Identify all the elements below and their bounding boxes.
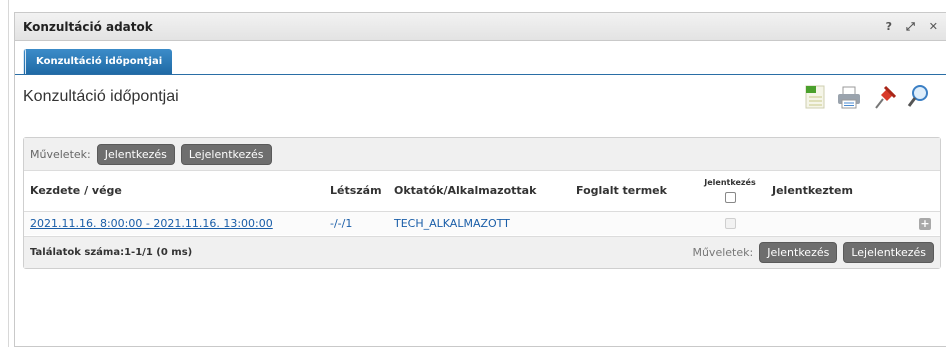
- column-header-registered[interactable]: Jelentkeztem: [766, 171, 910, 211]
- column-header-start-end[interactable]: Kezdete / vége: [24, 171, 324, 211]
- restore-icon[interactable]: ⤢: [906, 20, 915, 34]
- consultation-panel: Konzultáció adatok ? ⤢ ✕ Konzultáció idő…: [14, 12, 946, 347]
- footer-unregister-button[interactable]: Lejelentkezés: [843, 242, 934, 263]
- consultation-date-link[interactable]: 2021.11.16. 8:00:00 - 2021.11.16. 13:00:…: [30, 217, 273, 230]
- print-icon[interactable]: [836, 84, 862, 110]
- registration-header-label: Jelentkezés: [704, 178, 756, 188]
- operations-label: Műveletek:: [30, 147, 91, 161]
- cell-teachers: TECH_ALKALMAZOTT: [388, 210, 570, 235]
- help-icon[interactable]: ?: [886, 20, 892, 33]
- column-header-registration: Jelentkezés: [694, 171, 766, 211]
- footer-operations-label: Műveletek:: [692, 246, 754, 259]
- column-header-teachers[interactable]: Oktatók/Alkalmazottak: [388, 171, 570, 211]
- column-header-expand: [910, 171, 940, 211]
- grid-footer: Találatok száma:1-1/1 (0 ms) Műveletek: …: [24, 236, 940, 268]
- column-header-rooms[interactable]: Foglalt termek: [570, 171, 694, 211]
- pin-icon[interactable]: [872, 84, 896, 110]
- cell-headcount: -/-/1: [324, 210, 388, 235]
- excel-export-icon[interactable]: [804, 84, 826, 110]
- table-row: 2021.11.16. 8:00:00 - 2021.11.16. 13:00:…: [24, 210, 940, 235]
- cell-expand: +: [910, 210, 940, 235]
- cell-registration: [694, 210, 766, 235]
- cell-start-end: 2021.11.16. 8:00:00 - 2021.11.16. 13:00:…: [24, 210, 324, 235]
- cell-rooms: [570, 210, 694, 235]
- consultation-grid: Műveletek: Jelentkezés Lejelentkezés Kez…: [23, 137, 941, 269]
- section-header: Konzultáció időpontjai: [15, 75, 946, 119]
- column-header-headcount[interactable]: Létszám: [324, 171, 388, 211]
- footer-register-button[interactable]: Jelentkezés: [759, 242, 838, 263]
- row-registration-checkbox: [724, 218, 736, 230]
- register-button[interactable]: Jelentkezés: [96, 143, 175, 165]
- close-icon[interactable]: ✕: [929, 20, 938, 33]
- expand-row-icon[interactable]: +: [919, 217, 931, 230]
- grid-toolbar: Műveletek: Jelentkezés Lejelentkezés: [24, 138, 940, 171]
- left-edge: [0, 0, 9, 347]
- unregister-button[interactable]: Lejelentkezés: [180, 143, 272, 165]
- result-count: Találatok száma:1-1/1 (0 ms): [30, 247, 193, 258]
- tab-consultation-dates[interactable]: Konzultáció időpontjai: [23, 49, 173, 74]
- search-icon[interactable]: [906, 84, 930, 110]
- toolbar-actions: [804, 84, 930, 110]
- cell-registered: [766, 210, 910, 235]
- tab-bar: Konzultáció időpontjai: [15, 41, 946, 75]
- select-all-checkbox[interactable]: [724, 192, 736, 204]
- consultation-table: Kezdete / vége Létszám Oktatók/Alkalmazo…: [24, 171, 940, 235]
- section-title: Konzultáció időpontjai: [23, 88, 179, 105]
- panel-title: Konzultáció adatok: [23, 19, 153, 34]
- panel-titlebar: Konzultáció adatok ? ⤢ ✕: [15, 13, 946, 41]
